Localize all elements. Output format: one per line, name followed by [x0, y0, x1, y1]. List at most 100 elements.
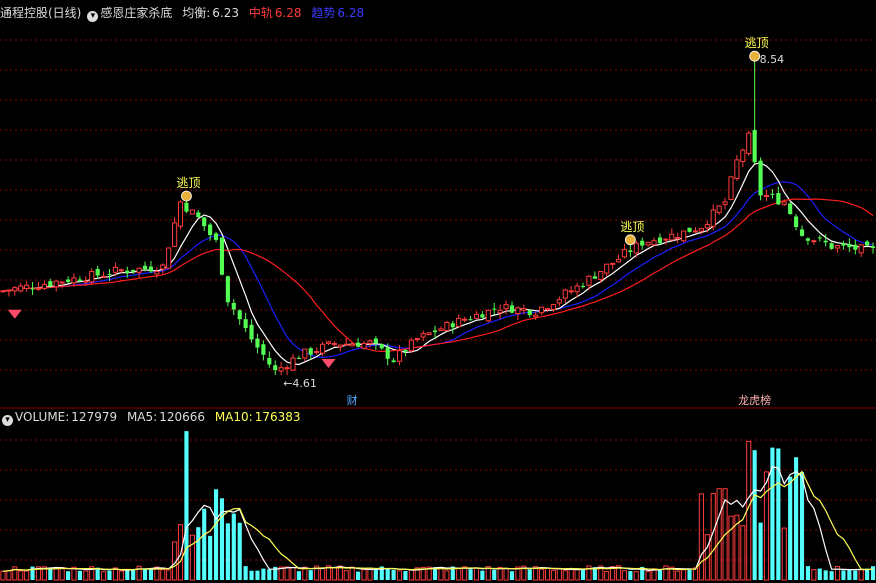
volume-bar [83, 570, 89, 581]
candle-body [527, 310, 532, 316]
volume-bar [728, 515, 734, 581]
candle-body [243, 319, 248, 329]
candle-body [432, 330, 438, 333]
candle-body [112, 266, 118, 273]
balance-value: 6.23 [212, 6, 239, 20]
candle-body [379, 344, 384, 349]
volume-bar [829, 571, 834, 580]
candle-body [604, 263, 610, 274]
volume-bar [18, 570, 24, 581]
volume-bar [189, 534, 195, 581]
candle-body [468, 319, 473, 321]
volume-bar [752, 450, 757, 580]
candle-body [290, 357, 296, 371]
volume-bar [373, 569, 378, 580]
candle-body [189, 209, 195, 215]
candle-body [841, 243, 846, 246]
candle-body [308, 348, 313, 355]
volume-bar [781, 527, 787, 581]
candle-body [610, 262, 616, 265]
grid-lines [0, 39, 876, 561]
candle-body [396, 350, 403, 362]
candle-body [550, 304, 556, 310]
candle-body [331, 342, 337, 345]
candle-body [131, 269, 136, 272]
volume-bar [24, 570, 30, 581]
volume-dropdown-icon[interactable]: ▾ [2, 415, 13, 426]
volume-bar [107, 570, 112, 580]
volume-bar [473, 567, 480, 581]
volume-bar [503, 567, 509, 581]
volume-bar [758, 522, 763, 580]
indicator-dropdown-icon[interactable]: ▾ [87, 11, 99, 22]
volume-bar [219, 498, 225, 580]
indicator-name[interactable]: 感恩庄家杀底 [100, 6, 172, 20]
volume-legend: ▾ VOLUME: 127979 MA5: 120666 MA10: 176383 [0, 409, 303, 426]
candle-body [492, 308, 497, 310]
candle-body [296, 357, 301, 359]
candle-body [675, 236, 681, 239]
candle-body [586, 275, 592, 286]
volume-bar [231, 513, 236, 580]
candle-body [225, 276, 230, 303]
candle-body [41, 283, 47, 289]
volume-bar [53, 567, 59, 581]
candle-body [302, 348, 308, 359]
volume-ma10-line [2, 470, 874, 572]
candle-body [107, 273, 112, 275]
volume-bar [675, 570, 681, 581]
candle-body [681, 230, 687, 242]
volume-bar [657, 569, 663, 580]
stock-chart[interactable]: 逃顶逃顶逃顶8.54←4.61财 龙虎榜 [0, 0, 876, 583]
candle-body [574, 285, 580, 293]
volume-value: 127979 [71, 410, 118, 424]
volume-bar [847, 569, 852, 580]
candle-body [249, 324, 254, 340]
escape-top-label: 逃顶 [745, 36, 769, 50]
price-legend: 通程控股(日线) ▾ 感恩庄家杀底 均衡: 6.23 中轨 6.28 趋势 6.28 [0, 5, 366, 22]
candle-body [65, 279, 71, 282]
candle-body [385, 347, 390, 359]
volume-bar [184, 431, 189, 580]
volume-bar [6, 569, 12, 581]
trend-value: 6.28 [337, 6, 365, 20]
volume-bar [562, 570, 568, 581]
candle-body [438, 328, 444, 331]
candle-body [284, 367, 290, 370]
candle-body [722, 201, 728, 205]
volume-bar [249, 570, 254, 580]
volume-bar [77, 570, 82, 580]
volume-bar [213, 489, 219, 580]
candle-body [615, 258, 622, 263]
candle-body [202, 217, 207, 227]
volume-bar [492, 569, 497, 580]
candle-body [628, 250, 633, 253]
candle-body [414, 338, 420, 341]
volume-bar [509, 571, 515, 580]
candle-body [367, 340, 373, 344]
candle-body [763, 194, 770, 197]
candle-body [858, 244, 864, 254]
volume-bar [788, 476, 793, 580]
candle-body [752, 129, 757, 163]
candle-body [870, 246, 876, 249]
volume-bar [740, 525, 746, 581]
volume-bar [243, 566, 248, 580]
candle-body [716, 205, 722, 213]
candlesticks [0, 61, 876, 375]
escape-top-label: 逃顶 [620, 220, 644, 234]
volume-bar [628, 571, 633, 580]
candle-body [509, 305, 515, 313]
diamond-signal-icon [321, 359, 336, 369]
candle-body [503, 304, 509, 310]
candle-body [356, 342, 361, 347]
candle-body [391, 360, 396, 363]
candle-body [480, 314, 485, 318]
candle-body [758, 160, 763, 196]
trend-label: 趋势 [311, 6, 336, 20]
volume-bar [202, 508, 207, 580]
candle-body [562, 289, 568, 299]
candle-body [24, 284, 30, 289]
candle-body [325, 341, 332, 344]
candle-body [59, 281, 65, 284]
